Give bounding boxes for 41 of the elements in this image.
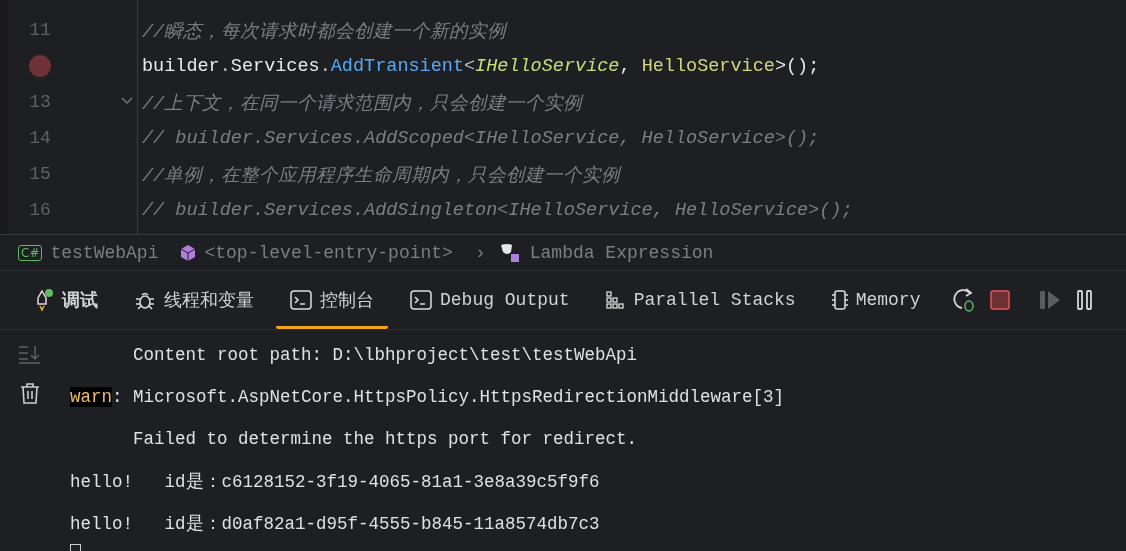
line-number: 15 bbox=[28, 164, 52, 184]
chip-icon bbox=[831, 289, 848, 312]
console-line: Content root path: D:\lbhproject\test\testWebApi bbox=[132, 344, 639, 367]
code-line: // builder.Services.AddScoped<IHelloService, HelloService>(); bbox=[142, 126, 821, 151]
console-line: : Microsoft.AspNetCore.HttpsPolicy.HttpsRedirectionMiddleware[3] bbox=[112, 387, 785, 407]
console-line: Failed to determine the https port for redirect. bbox=[132, 428, 639, 451]
breadcrumb-item[interactable]: <top-level-entry-point> bbox=[204, 242, 453, 263]
terminal-icon bbox=[410, 290, 432, 311]
pause-icon[interactable] bbox=[1076, 289, 1095, 312]
console-line: hello! id是：d0af82a1-d95f-4555-b845-11a8574db7c3 bbox=[70, 513, 601, 536]
debug-icon bbox=[34, 288, 54, 313]
csharp-icon: C# bbox=[18, 244, 43, 261]
line-number: 14 bbox=[28, 128, 52, 148]
console-line: hello! id是：c6128152-3f19-4065-81a1-3e8a39c5f9f6 bbox=[70, 471, 601, 494]
line-number: 16 bbox=[28, 200, 52, 220]
scroll-to-end-icon[interactable] bbox=[18, 344, 42, 364]
breadcrumb-separator: › bbox=[474, 242, 486, 263]
text-cursor bbox=[70, 544, 81, 551]
tab[interactable]: Memory bbox=[817, 271, 935, 329]
fold-icon[interactable] bbox=[120, 96, 134, 106]
stacks-icon bbox=[605, 290, 626, 311]
tab[interactable]: Parallel Stacks bbox=[591, 271, 810, 329]
breadcrumb-item[interactable]: testWebApi bbox=[50, 242, 159, 263]
tab[interactable]: 控制台 bbox=[276, 271, 388, 329]
breadcrumb-item[interactable]: Lambda Expression bbox=[529, 242, 714, 263]
warn-label: warn bbox=[70, 387, 112, 407]
terminal-icon bbox=[290, 290, 312, 311]
stop-icon[interactable] bbox=[990, 290, 1011, 311]
code-line: //上下文，在同一个请求范围内，只会创建一个实例 bbox=[142, 92, 585, 117]
line-number: 11 bbox=[28, 20, 52, 40]
cube-icon bbox=[180, 243, 197, 262]
rerun-icon[interactable] bbox=[952, 287, 977, 314]
tab[interactable]: Debug Output bbox=[396, 271, 584, 329]
tab[interactable]: 线程和变量 bbox=[120, 271, 268, 329]
code-line: //单例，在整个应用程序生命周期内，只会创建一个实例 bbox=[142, 164, 623, 189]
trash-icon[interactable] bbox=[20, 382, 40, 404]
tab[interactable]: 调试 bbox=[20, 271, 112, 329]
code-line: builder.Services.AddTransient<IHelloService, HelloService>(); bbox=[142, 54, 821, 79]
code-line: //瞬态，每次请求时都会创建一个新的实例 bbox=[142, 20, 509, 45]
code-line: // builder.Services.AddSingleton<IHelloService, HelloService>(); bbox=[142, 198, 854, 223]
line-number: 13 bbox=[28, 92, 52, 112]
